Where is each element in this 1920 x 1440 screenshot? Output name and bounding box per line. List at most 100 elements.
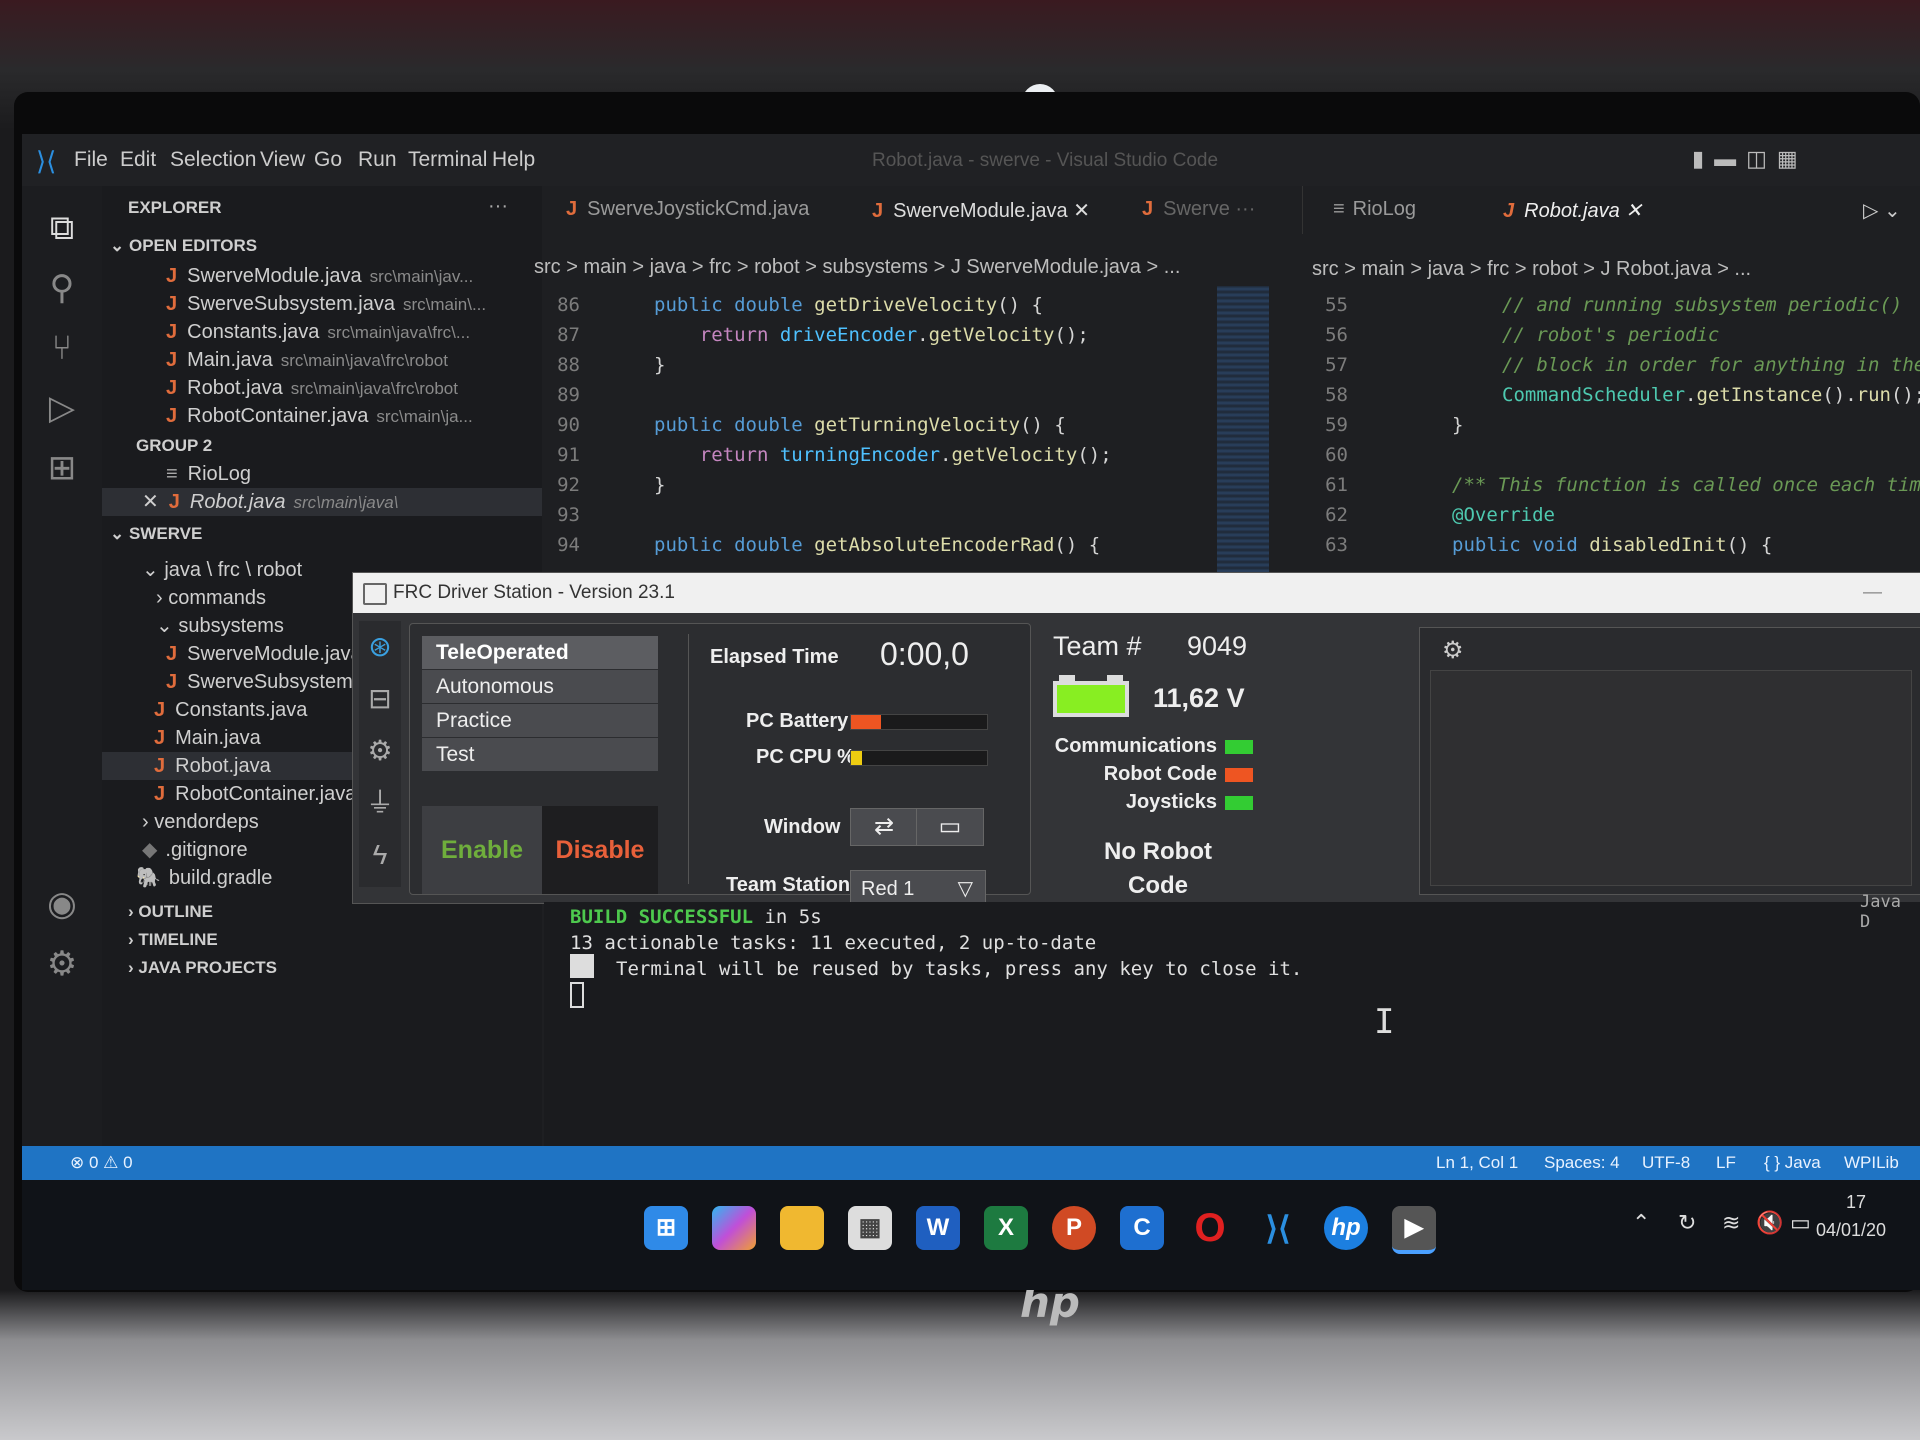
diagnostics-tab-icon[interactable]: ⊟	[363, 677, 397, 721]
tab-swervejoystickcmd[interactable]: J SwerveJoystickCmd.java	[566, 198, 809, 221]
open-editor-item[interactable]: J SwerveModule.java src\main\jav...	[166, 262, 473, 290]
calendar-app-icon[interactable]: C	[1120, 1206, 1164, 1250]
close-icon[interactable]: ✕	[1073, 200, 1090, 222]
timeline-header[interactable]: › TIMELINE	[128, 926, 218, 954]
run-icon[interactable]: ▷ ⌄	[1863, 198, 1901, 223]
window-float-toggle-icon[interactable]: ▭	[916, 808, 984, 846]
close-icon[interactable]: ✕	[142, 491, 159, 513]
account-icon[interactable]: ◉	[40, 882, 84, 926]
copilot-icon[interactable]	[712, 1206, 756, 1250]
project-header[interactable]: ⌄ SWERVE	[110, 520, 202, 548]
problems-indicator[interactable]: ⊗ 0 ⚠ 0	[70, 1146, 133, 1180]
language-mode[interactable]: { } Java	[1764, 1146, 1821, 1180]
driver-station-titlebar[interactable]: FRC Driver Station - Version 23.1 —	[353, 573, 1920, 613]
tab-swervemodule[interactable]: J SwerveModule.java ✕	[872, 198, 1090, 223]
clock-date[interactable]: 04/01/20	[1816, 1220, 1886, 1241]
open-editor-item[interactable]: J Constants.java src\main\java\frc\...	[166, 318, 470, 346]
power-tab-lightning-icon[interactable]: ϟ	[363, 833, 397, 877]
layout-toggle-icons[interactable]: ▮▬◫▦	[1692, 146, 1808, 172]
tree-folder[interactable]: › commands	[156, 584, 266, 612]
mode-autonomous[interactable]: Autonomous	[422, 670, 658, 704]
sync-icon[interactable]: ↻	[1678, 1210, 1696, 1236]
wpilib-button[interactable]: WPILib	[1844, 1146, 1899, 1180]
minimize-icon[interactable]: —	[1863, 573, 1882, 613]
tree-folder[interactable]: › vendordeps	[142, 808, 259, 836]
open-editor-item[interactable]: J Main.java src\main\java\frc\robot	[166, 346, 448, 374]
right-breadcrumb[interactable]: src > main > java > frc > robot > J Robo…	[1312, 258, 1751, 281]
open-editor-item[interactable]: J RobotContainer.java src\main\ja...	[166, 402, 473, 430]
settings-gear-icon[interactable]: ⚙	[40, 942, 84, 986]
tab-robot-java[interactable]: J Robot.java ✕	[1503, 198, 1642, 223]
group2-header[interactable]: GROUP 2	[136, 432, 212, 460]
open-editor-item[interactable]: J SwerveSubsystem.java src\main\...	[166, 290, 486, 318]
left-breadcrumb[interactable]: src > main > java > frc > robot > subsys…	[534, 256, 1180, 279]
file-explorer-icon[interactable]	[780, 1206, 824, 1250]
robot-status-panel: Team # 9049 11,62 V Communications Robot…	[1053, 623, 1263, 899]
excel-icon[interactable]: X	[984, 1206, 1028, 1250]
outline-header[interactable]: › OUTLINE	[128, 898, 213, 926]
close-icon[interactable]: ✕	[1625, 200, 1642, 222]
extensions-icon[interactable]: ⊞	[40, 446, 84, 490]
tray-chevron-up-icon[interactable]: ⌃	[1632, 1210, 1650, 1236]
mode-test[interactable]: Test	[422, 738, 658, 772]
tree-folder[interactable]: ⌄ java \ frc \ robot	[142, 556, 302, 584]
tree-file[interactable]: ◆ .gitignore	[142, 836, 248, 864]
enable-button[interactable]: Enable	[422, 806, 542, 894]
terminal-panel[interactable]: BUILD SUCCESSFUL in 5s 13 actionable tas…	[544, 892, 1920, 1146]
menu-file[interactable]: File	[74, 148, 108, 172]
menu-selection[interactable]: Selection	[170, 148, 256, 172]
source-control-icon[interactable]: ⑂	[40, 326, 84, 370]
indentation[interactable]: Spaces: 4	[1544, 1146, 1620, 1180]
explorer-icon[interactable]: ⧉	[40, 206, 84, 250]
search-icon[interactable]: ⚲	[40, 266, 84, 310]
battery-icon[interactable]: ▭	[1790, 1210, 1811, 1236]
tab-swerve[interactable]: J Swerve ···	[1142, 198, 1255, 221]
tab-riolog[interactable]: ≡ RioLog	[1333, 198, 1416, 221]
tree-file[interactable]: J SwerveModule.java	[166, 640, 362, 668]
mode-practice[interactable]: Practice	[422, 704, 658, 738]
open-editors-header[interactable]: ⌄ OPEN EDITORS	[110, 232, 257, 260]
menu-view[interactable]: View	[260, 148, 305, 172]
open-editor-item-active[interactable]: ✕ J Robot.java src\main\java\	[102, 488, 542, 516]
window-dock-toggle-icon[interactable]: ⇄	[850, 808, 918, 846]
tree-folder[interactable]: ⌄ subsystems	[156, 612, 284, 640]
hp-support-icon[interactable]: hp	[1324, 1206, 1368, 1250]
clock-time[interactable]: 17	[1846, 1192, 1866, 1213]
operation-tab-steering-wheel-icon[interactable]: ⊛	[363, 625, 397, 669]
powerpoint-icon[interactable]: P	[1052, 1206, 1096, 1250]
setup-tab-gear-icon[interactable]: ⚙	[363, 729, 397, 773]
wifi-icon[interactable]: ≋	[1722, 1210, 1740, 1236]
speaker-muted-icon[interactable]: 🔇	[1756, 1210, 1783, 1236]
tree-file[interactable]: J Constants.java	[154, 696, 307, 724]
word-icon[interactable]: W	[916, 1206, 960, 1250]
more-icon[interactable]: ···	[1235, 198, 1255, 220]
menu-edit[interactable]: Edit	[120, 148, 156, 172]
java-debug-label[interactable]: Java D	[1860, 892, 1920, 932]
tree-file[interactable]: J Main.java	[154, 724, 261, 752]
end-of-line[interactable]: LF	[1716, 1146, 1736, 1180]
opera-icon[interactable]: O	[1188, 1206, 1232, 1250]
store-icon[interactable]: ▦	[848, 1206, 892, 1250]
more-actions-icon[interactable]: ···	[488, 192, 508, 220]
menu-go[interactable]: Go	[314, 148, 342, 172]
usb-devices-tab-icon[interactable]: ⏚	[363, 781, 397, 825]
right-code-editor[interactable]: 55 56 57 58 59 60 61 62 63 // and runnin…	[1302, 294, 1920, 594]
menu-help[interactable]: Help	[492, 148, 535, 172]
tree-file[interactable]: J RobotContainer.java	[154, 780, 356, 808]
vscode-icon[interactable]: ⟩⟨	[1256, 1206, 1300, 1250]
start-windows-icon[interactable]: ⊞	[644, 1206, 688, 1250]
disable-button[interactable]: Disable	[542, 806, 658, 894]
message-settings-gear-icon[interactable]: ⚙	[1442, 636, 1464, 665]
open-editor-item[interactable]: ≡ RioLog	[166, 460, 251, 488]
tree-file[interactable]: 🐘 build.gradle	[136, 864, 272, 892]
encoding[interactable]: UTF-8	[1642, 1146, 1690, 1180]
cursor-position[interactable]: Ln 1, Col 1	[1436, 1146, 1518, 1180]
java-file-icon: J	[166, 643, 178, 665]
menu-run[interactable]: Run	[358, 148, 397, 172]
mode-teleoperated[interactable]: TeleOperated	[422, 636, 658, 670]
java-projects-header[interactable]: › JAVA PROJECTS	[128, 954, 277, 982]
open-editor-item[interactable]: J Robot.java src\main\java\frc\robot	[166, 374, 458, 402]
menu-terminal[interactable]: Terminal	[408, 148, 487, 172]
run-debug-icon[interactable]: ▷	[40, 386, 84, 430]
driver-station-icon[interactable]: ▶	[1392, 1206, 1436, 1254]
